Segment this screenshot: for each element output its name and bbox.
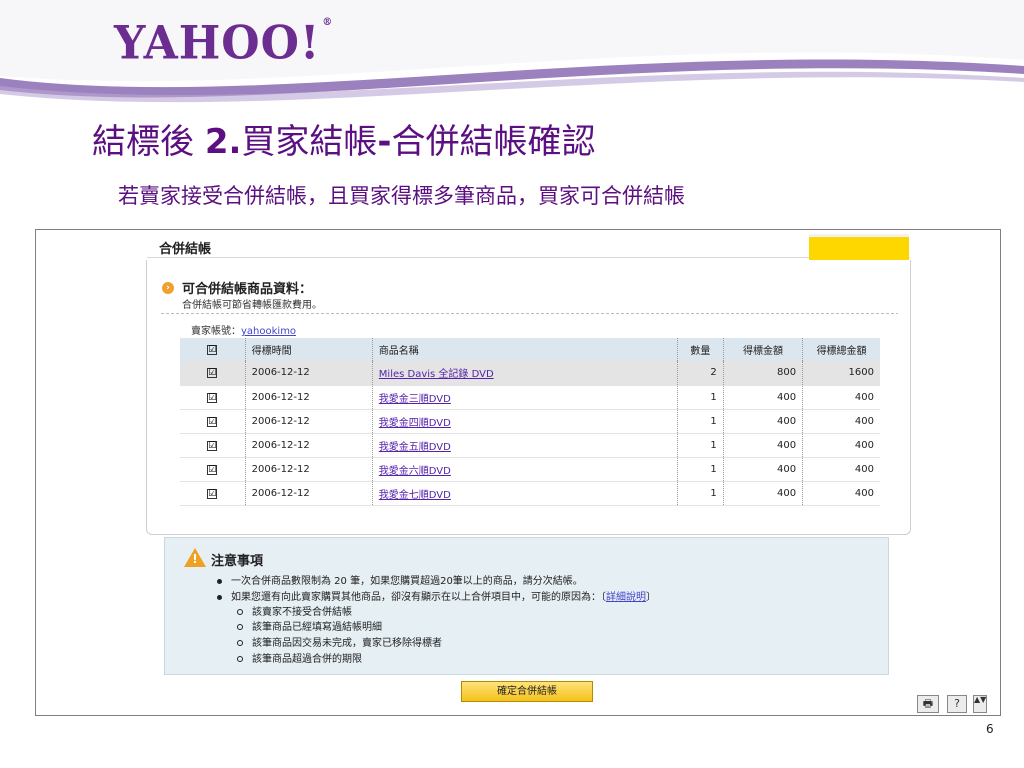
table-row: ☑ 2006-12-12 我愛金六順DVD 1 400 400 [180,457,880,482]
seller-line: 賣家帳號：yahookimo [191,326,297,337]
row-checkbox[interactable]: ☑ [180,409,246,434]
yahoo-logo: YAHOO! ® [114,16,334,71]
notice-reason: 該筆商品超過合併的期限 [237,650,362,665]
item-link[interactable]: 我愛金七順DVD [379,490,451,501]
item-link[interactable]: 我愛金五順DVD [379,442,451,453]
details-link[interactable]: 詳細說明 [606,592,646,603]
item-link[interactable]: 我愛金三順DVD [379,394,451,405]
table-row: ☑ 2006-12-12 我愛金三順DVD 1 400 400 [180,385,880,410]
slide: YAHOO! ® 結標後 2.買家結帳-合併結帳確認 若賣家接受合併結帳，且買家得… [0,0,1024,768]
select-all-checkbox[interactable]: ☑ [180,338,246,361]
divider [147,257,910,258]
table-row: ☑ 2006-12-12 我愛金五順DVD 1 400 400 [180,433,880,458]
seller-link[interactable]: yahookimo [241,326,296,337]
item-link[interactable]: 我愛金六順DVD [379,466,451,477]
section-heading: 可合併結帳商品資料： [182,282,313,297]
row-checkbox[interactable]: ☑ [180,433,246,458]
notice-reason: 該筆商品因交易未完成，賣家已移除得標者 [237,634,442,649]
slide-title: 結標後 2.買家結帳-合併結帳確認 [92,122,596,162]
items-table: ☑ 得標時間 商品名稱 數量 得標金額 得標總金額 ☑ 2006-12-12 M… [180,338,880,506]
warning-icon-mark: ! [192,552,198,566]
table-row: ☑ 2006-12-12 我愛金七順DVD 1 400 400 [180,481,880,506]
page-number: 6 [986,722,994,736]
notice-bullet: 一次合併商品數限制為 20 筆，如果您購買超過20筆以上的商品，請分次結帳。 [217,572,583,587]
table-row: ☑ 2006-12-12 Miles Davis 全記錄 DVD 2 800 1… [180,361,880,386]
confirm-merge-checkout-button[interactable]: 確定合併結帳 [461,681,593,702]
slide-subtitle: 若賣家接受合併結帳，且買家得標多筆商品，買家可合併結帳 [118,184,685,208]
table-row: ☑ 2006-12-12 我愛金四順DVD 1 400 400 [180,409,880,434]
notice-reason: 該筆商品已經填寫過結帳明細 [237,618,382,633]
panel-title: 合併結帳 [159,242,212,257]
row-checkbox[interactable]: ☑ [180,361,246,386]
section-note: 合併結帳可節省轉帳匯款費用。 [182,300,322,311]
column-header-date: 得標時間 [245,338,373,361]
column-header-qty: 數量 [677,338,724,361]
column-header-total: 得標總金額 [802,338,880,361]
printer-icon[interactable]: 🖶 [917,695,939,713]
merge-items-card: › 可合併結帳商品資料： 合併結帳可節省轉帳匯款費用。 賣家帳號：yahooki… [146,260,911,535]
row-checkbox[interactable]: ☑ [180,457,246,482]
help-icon[interactable]: ? [947,695,967,713]
item-link[interactable]: 我愛金四順DVD [379,418,451,429]
column-header-bid: 得標金額 [723,338,804,361]
row-checkbox[interactable]: ☑ [180,481,246,506]
scroll-arrows-icon[interactable]: ▲▼ [973,695,987,713]
item-link[interactable]: Miles Davis 全記錄 DVD [379,369,494,380]
checkout-screenshot: 合併結帳 › 可合併結帳商品資料： 合併結帳可節省轉帳匯款費用。 賣家帳號：ya… [35,229,1001,716]
column-header-name: 商品名稱 [372,338,679,361]
notice-box: ! 注意事項 一次合併商品數限制為 20 筆，如果您購買超過20筆以上的商品，請… [164,537,889,675]
arrow-circle-icon: › [162,282,174,294]
table-header-row: ☑ 得標時間 商品名稱 數量 得標金額 得標總金額 [180,338,880,361]
divider [161,313,898,314]
notice-bullet: 如果您還有向此賣家購買其他商品，卻沒有顯示在以上合併項目中，可能的原因為：〔詳細… [217,588,656,603]
notice-reason: 該賣家不接受合併結帳 [237,603,352,618]
yellow-tab [809,234,909,261]
notice-heading: 注意事項 [211,554,264,569]
row-checkbox[interactable]: ☑ [180,385,246,410]
